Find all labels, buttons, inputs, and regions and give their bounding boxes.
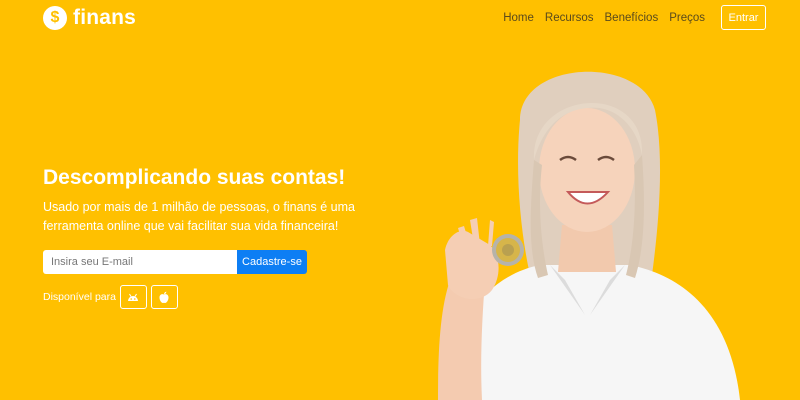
- hero-headline: Descomplicando suas contas!: [43, 166, 346, 189]
- nav-home[interactable]: Home: [503, 12, 534, 24]
- apple-store-button[interactable]: [150, 285, 178, 309]
- available-label: Disponível para: [43, 291, 116, 303]
- hero-subtext: Usado por mais de 1 milhão de pessoas, o…: [43, 200, 355, 233]
- nav-recursos[interactable]: Recursos: [545, 12, 594, 24]
- available-platforms: Disponível para: [43, 285, 178, 309]
- signup-button[interactable]: Cadastre-se: [237, 250, 307, 274]
- signup-form: Cadastre-se: [43, 250, 307, 274]
- main-nav: Home Recursos Benefícios Preços: [503, 12, 705, 24]
- android-icon: [128, 293, 139, 301]
- brand-logo-link[interactable]: $ finans: [43, 6, 136, 30]
- apple-icon: [159, 291, 169, 303]
- android-store-button[interactable]: [119, 285, 147, 309]
- hero-photo-woman-holding-coin: [438, 71, 740, 400]
- login-button[interactable]: Entrar: [721, 5, 766, 30]
- nav-beneficios[interactable]: Benefícios: [605, 12, 659, 24]
- brand-name: finans: [73, 6, 137, 29]
- dollar-coin-icon: $: [43, 6, 67, 30]
- nav-precos[interactable]: Preços: [669, 12, 705, 24]
- email-input[interactable]: [43, 250, 237, 274]
